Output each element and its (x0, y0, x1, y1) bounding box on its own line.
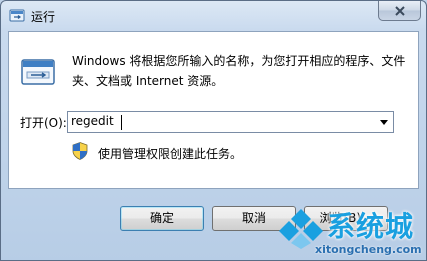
ok-button[interactable]: 确定 (120, 206, 204, 231)
close-icon (395, 6, 405, 16)
run-icon (9, 9, 25, 22)
chevron-down-icon (380, 120, 388, 125)
run-dialog-window: 运行 Windows 将根据您所输入的名称，为您打开相应的程序、文件夹、文档或 … (0, 0, 427, 261)
uac-shield-icon (72, 142, 88, 160)
dialog-content: Windows 将根据您所输入的名称，为您打开相应的程序、文件夹、文档或 Int… (8, 31, 419, 189)
title-bar[interactable]: 运行 (1, 1, 426, 31)
dropdown-button[interactable] (375, 112, 393, 132)
admin-privilege-note: 使用管理权限创建此任务。 (98, 147, 243, 161)
text-caret (121, 115, 122, 130)
open-label: 打开(O): (20, 116, 67, 130)
run-command-combobox[interactable]: regedit (67, 111, 394, 133)
window-title: 运行 (31, 10, 56, 24)
run-command-input[interactable]: regedit (71, 114, 114, 128)
browse-button[interactable]: 浏览(B)... (304, 206, 388, 231)
watermark-brand-url: xitongcheng.com (315, 243, 422, 256)
close-button[interactable] (378, 1, 421, 21)
cancel-button[interactable]: 取消 (212, 206, 296, 231)
run-program-icon (21, 59, 55, 85)
dialog-description: Windows 将根据您所输入的名称，为您打开相应的程序、文件夹、文档或 Int… (72, 54, 406, 88)
